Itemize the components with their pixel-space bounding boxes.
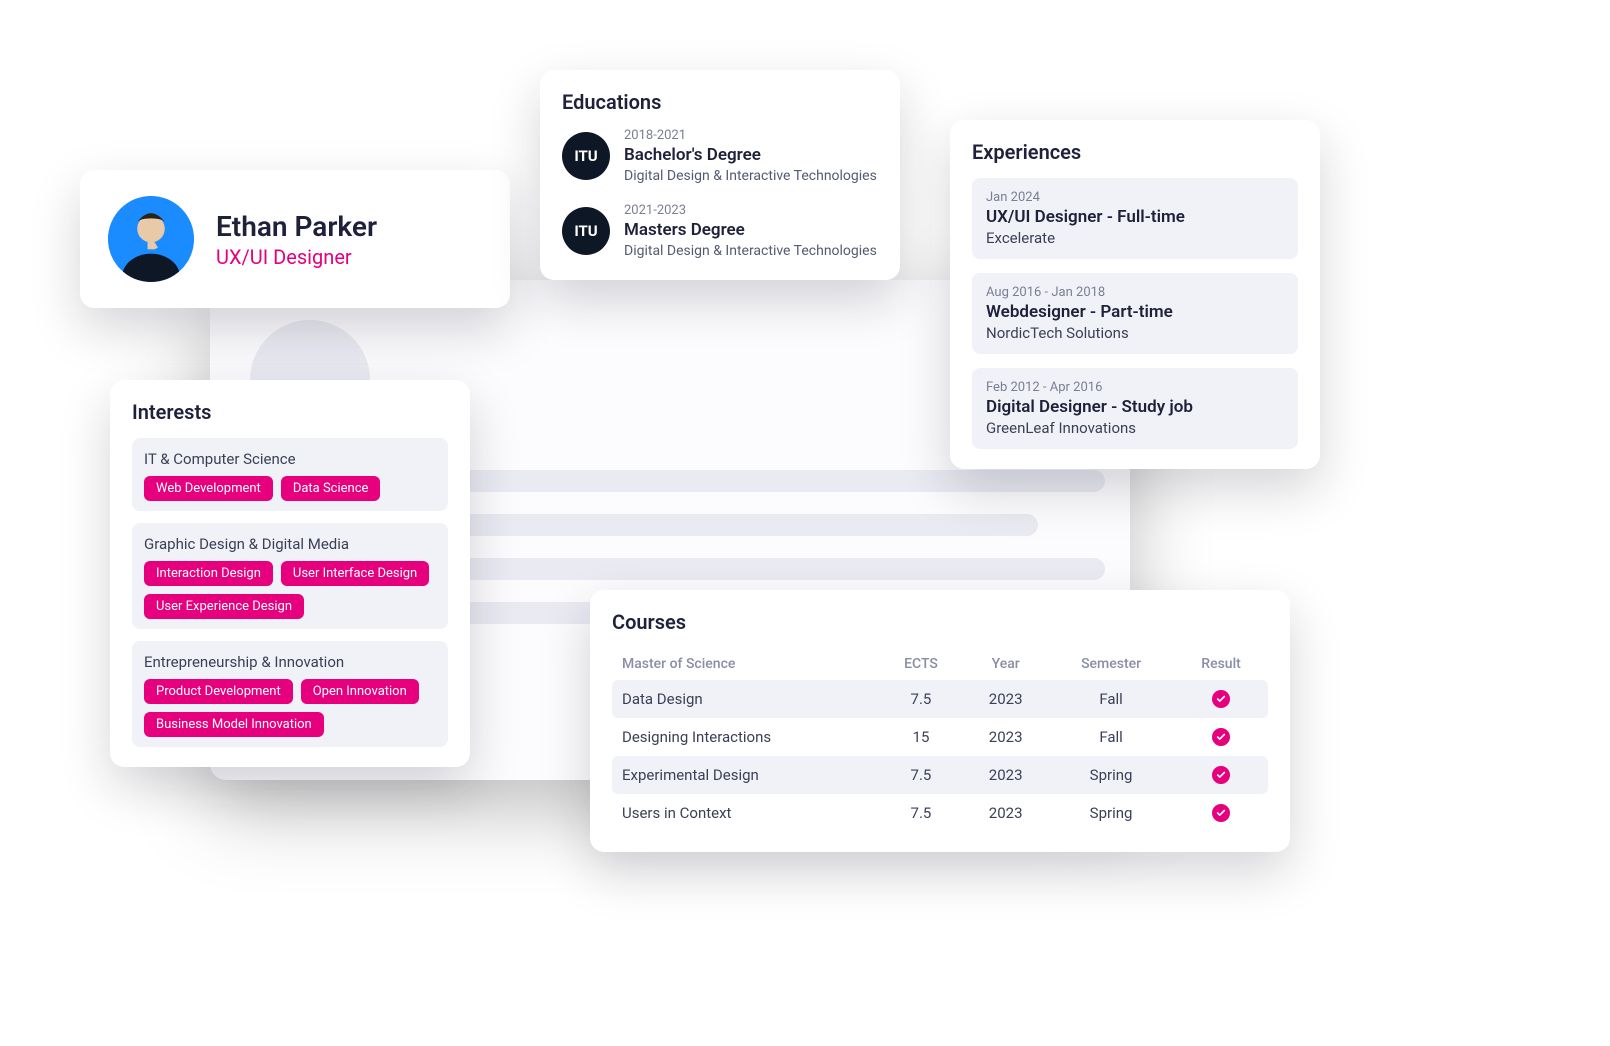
experience-title: Digital Designer - Study job [986, 397, 1284, 417]
course-name: Designing Interactions [612, 718, 879, 756]
check-icon [1212, 804, 1230, 822]
course-result [1174, 680, 1268, 718]
education-item[interactable]: ITU 2021-2023 Masters Degree Digital Design… [562, 203, 878, 260]
courses-card: Courses Master of Science ECTS Year Seme… [590, 590, 1290, 852]
course-year: 2023 [963, 756, 1048, 794]
placeholder-bar [450, 558, 1105, 580]
courses-col-ects: ECTS [879, 648, 964, 680]
course-result [1174, 718, 1268, 756]
course-row[interactable]: Data Design7.52023Fall [612, 680, 1268, 718]
experience-title: UX/UI Designer - Full-time [986, 207, 1284, 227]
course-ects: 7.5 [879, 794, 964, 832]
courses-col-year: Year [963, 648, 1048, 680]
interest-tag[interactable]: Data Science [281, 476, 381, 501]
course-ects: 7.5 [879, 680, 964, 718]
check-icon [1212, 690, 1230, 708]
interest-group-title: IT & Computer Science [144, 450, 436, 468]
courses-col-result: Result [1174, 648, 1268, 680]
interest-group: IT & Computer Science Web Development Data… [132, 438, 448, 511]
course-result [1174, 756, 1268, 794]
course-year: 2023 [963, 680, 1048, 718]
interest-group-title: Graphic Design & Digital Media [144, 535, 436, 553]
education-degree: Masters Degree [624, 220, 877, 240]
course-row[interactable]: Experimental Design7.52023Spring [612, 756, 1268, 794]
placeholder-bar [450, 514, 1038, 536]
course-ects: 15 [879, 718, 964, 756]
interest-tag[interactable]: User Interface Design [281, 561, 429, 586]
interest-group: Graphic Design & Digital Media Interactio… [132, 523, 448, 629]
course-semester: Spring [1048, 756, 1174, 794]
courses-title: Courses [612, 610, 1268, 634]
education-degree: Bachelor's Degree [624, 145, 877, 165]
experience-dates: Feb 2012 - Apr 2016 [986, 380, 1284, 395]
experiences-title: Experiences [972, 140, 1298, 164]
course-year: 2023 [963, 794, 1048, 832]
avatar [108, 196, 194, 282]
experience-company: Excelerate [986, 229, 1284, 247]
interests-card: Interests IT & Computer Science Web Devel… [110, 380, 470, 767]
experience-dates: Jan 2024 [986, 190, 1284, 205]
experience-item[interactable]: Feb 2012 - Apr 2016 Digital Designer - St… [972, 368, 1298, 449]
course-semester: Spring [1048, 794, 1174, 832]
education-dates: 2018-2021 [624, 128, 877, 143]
interest-group-title: Entrepreneurship & Innovation [144, 653, 436, 671]
education-logo: ITU [562, 132, 610, 180]
course-semester: Fall [1048, 718, 1174, 756]
experience-company: GreenLeaf Innovations [986, 419, 1284, 437]
interest-tag[interactable]: Business Model Innovation [144, 712, 324, 737]
courses-col-name: Master of Science [612, 648, 879, 680]
profile-card: Ethan Parker UX/UI Designer [80, 170, 510, 308]
interest-group: Entrepreneurship & Innovation Product Dev… [132, 641, 448, 747]
course-name: Users in Context [612, 794, 879, 832]
course-name: Data Design [612, 680, 879, 718]
course-result [1174, 794, 1268, 832]
educations-card: Educations ITU 2018-2021 Bachelor's Degree… [540, 70, 900, 280]
courses-col-semester: Semester [1048, 648, 1174, 680]
check-icon [1212, 728, 1230, 746]
educations-title: Educations [562, 90, 878, 114]
course-ects: 7.5 [879, 756, 964, 794]
course-name: Experimental Design [612, 756, 879, 794]
education-field: Digital Design & Interactive Technologie… [624, 167, 877, 185]
courses-table: Master of Science ECTS Year Semester Res… [612, 648, 1268, 832]
education-dates: 2021-2023 [624, 203, 877, 218]
experience-item[interactable]: Jan 2024 UX/UI Designer - Full-time Excele… [972, 178, 1298, 259]
education-item[interactable]: ITU 2018-2021 Bachelor's Degree Digital Des… [562, 128, 878, 185]
education-logo: ITU [562, 207, 610, 255]
placeholder-bar [450, 470, 1105, 492]
course-semester: Fall [1048, 680, 1174, 718]
experience-title: Webdesigner - Part-time [986, 302, 1284, 322]
profile-name: Ethan Parker [216, 210, 377, 243]
experiences-card: Experiences Jan 2024 UX/UI Designer - Ful… [950, 120, 1320, 469]
profile-role: UX/UI Designer [216, 245, 377, 269]
experience-dates: Aug 2016 - Jan 2018 [986, 285, 1284, 300]
course-row[interactable]: Designing Interactions152023Fall [612, 718, 1268, 756]
interest-tag[interactable]: User Experience Design [144, 594, 304, 619]
interests-title: Interests [132, 400, 448, 424]
experience-item[interactable]: Aug 2016 - Jan 2018 Webdesigner - Part-ti… [972, 273, 1298, 354]
interest-tag[interactable]: Interaction Design [144, 561, 273, 586]
course-row[interactable]: Users in Context7.52023Spring [612, 794, 1268, 832]
experience-company: NordicTech Solutions [986, 324, 1284, 342]
interest-tag[interactable]: Product Development [144, 679, 293, 704]
education-field: Digital Design & Interactive Technologie… [624, 242, 877, 260]
course-year: 2023 [963, 718, 1048, 756]
interest-tag[interactable]: Open Innovation [301, 679, 419, 704]
check-icon [1212, 766, 1230, 784]
interest-tag[interactable]: Web Development [144, 476, 273, 501]
